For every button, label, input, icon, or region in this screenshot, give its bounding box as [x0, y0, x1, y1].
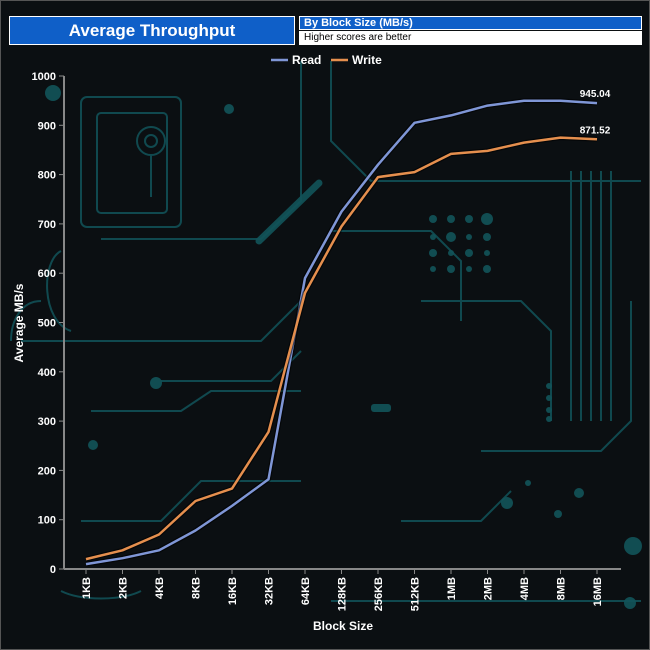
x-axis-label: Block Size — [313, 619, 373, 633]
x-tick-label: 1KB — [81, 577, 93, 599]
x-axis-ticks: 1KB 2KB 4KB 8KB 16KB 32KB 64KB 128KB 256KB 512KB 1… — [81, 569, 604, 611]
y-tick-label: 100 — [38, 515, 56, 527]
y-tick-label: 400 — [38, 367, 56, 379]
y-tick-label: 500 — [38, 318, 56, 330]
y-tick-label: 700 — [38, 219, 56, 231]
line-chart: 0 100 200 300 400 500 600 700 800 900 1000 1KB 2KB 4… — [12, 53, 621, 633]
x-tick-label: 128KB — [337, 577, 349, 611]
x-tick-label: 64KB — [300, 577, 312, 605]
data-label-write: 871.52 — [580, 125, 611, 136]
series-line-write — [85, 136, 598, 561]
chart-series: 945.04 871.52 — [85, 89, 611, 567]
x-tick-label: 512KB — [410, 577, 422, 611]
y-tick-label: 1000 — [32, 71, 56, 83]
x-tick-label: 2KB — [118, 577, 130, 599]
y-tick-label: 900 — [38, 120, 56, 132]
y-tick-label: 0 — [50, 564, 56, 576]
y-axis-ticks: 0 100 200 300 400 500 600 700 800 900 1000 — [32, 71, 64, 576]
x-tick-label: 8KB — [191, 577, 203, 599]
x-tick-label: 4KB — [154, 577, 166, 599]
data-label-read: 945.04 — [580, 89, 611, 100]
x-tick-label: 2MB — [483, 577, 495, 600]
x-tick-label: 16MB — [592, 577, 604, 606]
y-tick-label: 300 — [38, 416, 56, 428]
y-tick-label: 600 — [38, 268, 56, 280]
legend-label-write: Write — [352, 53, 382, 67]
chart-axes — [63, 76, 621, 570]
x-tick-label: 256KB — [373, 577, 385, 611]
x-tick-label: 4MB — [519, 577, 531, 600]
series-line-read — [85, 99, 598, 566]
y-axis-label: Average MB/s — [12, 283, 26, 362]
x-tick-label: 16KB — [227, 577, 239, 605]
chart-legend: Read Write — [271, 53, 382, 67]
y-tick-label: 800 — [38, 170, 56, 182]
y-tick-label: 200 — [38, 465, 56, 477]
x-tick-label: 1MB — [446, 577, 458, 600]
series-line-shadow — [85, 135, 598, 562]
chart-frame: Average Throughput By Block Size (MB/s) … — [0, 0, 650, 650]
x-tick-label: 8MB — [556, 577, 568, 600]
legend-label-read: Read — [292, 53, 321, 67]
series-line-shadow — [85, 98, 598, 567]
x-tick-label: 32KB — [264, 577, 276, 605]
